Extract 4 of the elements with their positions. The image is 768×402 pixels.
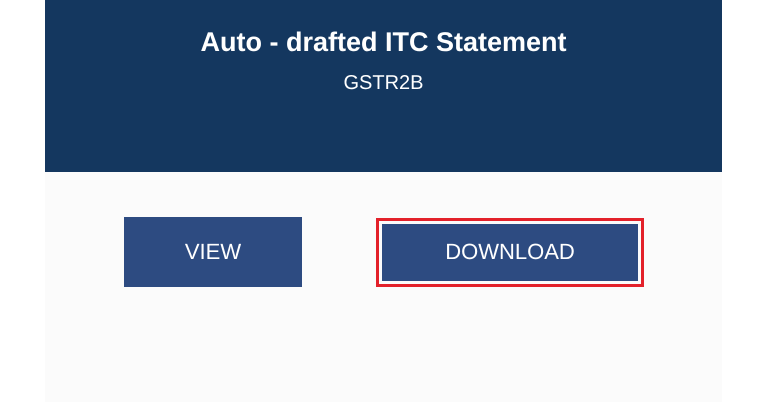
view-button[interactable]: VIEW xyxy=(124,217,302,287)
statement-title: Auto - drafted ITC Statement xyxy=(200,27,566,58)
statement-subtitle: GSTR2B xyxy=(343,72,424,95)
download-button[interactable]: DOWNLOAD xyxy=(376,218,644,286)
